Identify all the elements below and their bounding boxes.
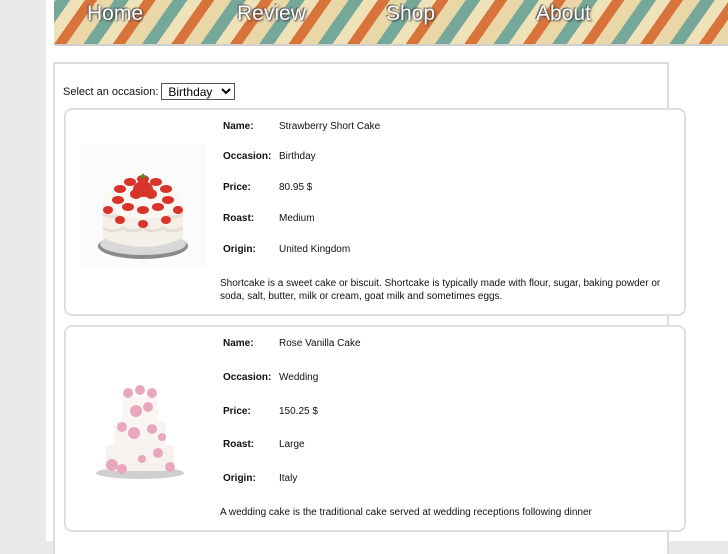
cake-card: Name: Strawberry Short Cake Occasion: Bi…	[64, 108, 686, 316]
origin-label: Origin:	[223, 244, 256, 255]
name-label: Name:	[223, 338, 254, 349]
roast-label: Roast:	[223, 213, 255, 224]
cake-price: 80.95 $	[279, 182, 313, 193]
nav-review-link[interactable]: Review	[237, 2, 306, 28]
cake-occasion: Birthday	[279, 151, 316, 162]
cake-description: A wedding cake is the traditional cake s…	[220, 507, 592, 518]
occasion-label: Occasion:	[223, 372, 272, 383]
cake-name: Rose Vanilla Cake	[279, 338, 361, 349]
main-content: Select an occasion: Birthday Name: Straw…	[53, 62, 686, 554]
cake-roast: Medium	[279, 213, 315, 224]
price-label: Price:	[223, 406, 251, 417]
top-navigation: Home Review Shop About	[54, 0, 728, 46]
cake-roast: Large	[279, 439, 305, 450]
cake-price: 150.25 $	[279, 406, 318, 417]
nav-about-link[interactable]: About	[536, 2, 591, 28]
occasion-filter-label: Select an occasion:	[63, 85, 159, 98]
strawberry-cake-icon	[80, 144, 206, 268]
occasion-label: Occasion:	[223, 151, 272, 162]
cake-origin: Italy	[279, 473, 298, 484]
name-label: Name:	[223, 121, 254, 132]
cake-card: Name: Rose Vanilla Cake Occasion: Weddin…	[64, 325, 686, 532]
price-label: Price:	[223, 182, 251, 193]
cake-name: Strawberry Short Cake	[279, 121, 381, 132]
cake-origin: United Kingdom	[279, 244, 351, 255]
nav-shop-link[interactable]: Shop	[386, 2, 435, 28]
cake-occasion: Wedding	[279, 372, 319, 383]
nav-home-link[interactable]: Home	[87, 2, 143, 28]
cake-description: Shortcake is a sweet cake or biscuit. Sh…	[220, 278, 661, 302]
origin-label: Origin:	[223, 473, 256, 484]
occasion-select[interactable]: Birthday	[161, 83, 236, 100]
occasion-filter: Select an occasion: Birthday	[63, 83, 236, 100]
roast-label: Roast:	[223, 439, 255, 450]
wedding-cake-icon	[96, 385, 184, 479]
